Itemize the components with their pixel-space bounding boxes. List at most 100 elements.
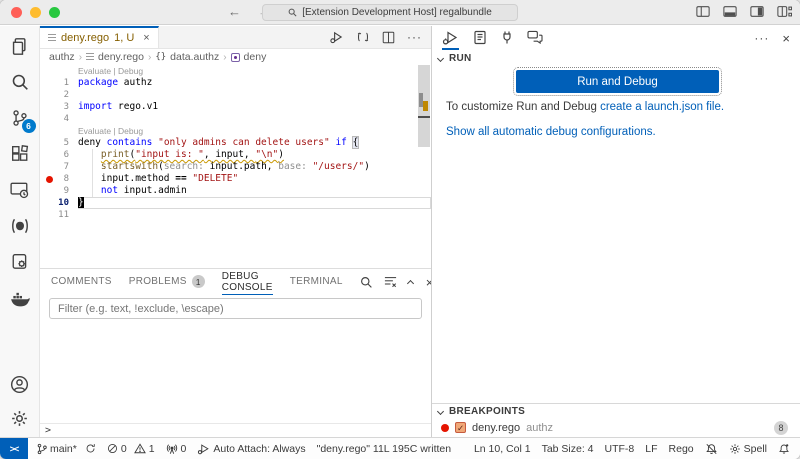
code-text[interactable] [78,113,431,125]
code-text[interactable]: deny contains "only admins can delete us… [78,137,431,149]
gutter[interactable]: 5 [40,137,78,149]
code-token[interactable]: input.path, [204,161,278,172]
eol-item[interactable]: LF [645,443,657,455]
code-text[interactable]: print("input is: ", input, "\n") [78,149,431,161]
opa-extension-icon[interactable] [9,215,31,237]
create-launch-json-link[interactable]: create a launch.json file. [600,101,724,113]
code-token[interactable]: print [101,149,130,160]
remote-indicator[interactable]: >< [0,438,28,459]
code-text[interactable]: input.method == "DELETE" [78,173,431,185]
line-number[interactable]: 5 [64,137,78,149]
code-token[interactable]: not [101,185,118,196]
code-token[interactable]: base: [278,161,307,172]
line-number[interactable]: 11 [58,209,78,221]
code-token[interactable]: if [335,137,346,148]
run-and-debug-view-icon[interactable] [442,26,459,50]
code-line[interactable]: 1package authz [40,77,431,89]
plug-view-icon[interactable] [501,26,513,50]
line-number[interactable]: 2 [64,89,78,101]
breakpoints-section-header[interactable]: BREAKPOINTS [432,404,800,419]
split-editor-icon[interactable] [382,31,395,44]
code-token[interactable]: "\n" [255,149,278,160]
codelens-link[interactable]: Evaluate | Debug [78,126,143,136]
tab-comments[interactable]: COMMENTS [51,269,112,295]
code-token[interactable]: ) [278,149,284,160]
line-number[interactable]: 6 [64,149,78,161]
gutter[interactable]: 8 [40,173,78,185]
close-window-button[interactable] [11,7,22,18]
breadcrumb-item[interactable]: deny [244,51,267,63]
code-token[interactable]: authz [118,77,152,88]
breadcrumb-item[interactable]: authz [49,51,75,63]
code-line[interactable]: 11 [40,209,431,221]
code-token[interactable]: ) [364,161,370,172]
search-sidebar-icon[interactable] [9,71,31,93]
code-text[interactable] [78,209,431,221]
comments-view-icon[interactable] [527,26,543,50]
run-and-debug-button[interactable]: Run and Debug [516,70,719,93]
breadcrumb-item[interactable]: data.authz [170,51,219,63]
code-line[interactable]: 7 startswith(search: input.path, base: "… [40,161,431,173]
code-text[interactable]: import rego.v1 [78,101,431,113]
remote-explorer-icon[interactable] [9,179,31,201]
git-branch-item[interactable]: main* [37,443,96,455]
toggle-panel-icon[interactable] [723,5,737,18]
code-token[interactable]: input.admin [118,185,187,196]
code-text[interactable]: startswith(search: input.path, base: "/u… [78,161,431,173]
breakpoint-row[interactable]: ✓ deny.rego authz 8 [432,419,800,436]
code-token[interactable]: startswith [101,161,158,172]
code-line[interactable]: 4 [40,113,431,125]
code-token[interactable]: "only admins can delete users" [158,137,330,148]
explorer-icon[interactable] [9,35,31,57]
gutter[interactable]: 4 [40,113,78,125]
gutter[interactable]: 9 [40,185,78,197]
code-editor[interactable]: Evaluate | Debug 1package authz23import r… [40,65,431,268]
gutter[interactable]: 11 [40,209,78,221]
code-text[interactable]: not input.admin [78,185,431,197]
problems-item[interactable]: 0 1 [107,443,155,455]
debug-status-item[interactable]: Auto Attach: Always [197,443,305,455]
debug-console-filter-input[interactable] [49,298,422,319]
gutter[interactable]: 6 [40,149,78,161]
maximize-panel-icon[interactable] [407,280,414,287]
breakpoint-dot[interactable] [46,176,53,183]
code-text[interactable] [78,89,431,101]
show-debug-configs-link[interactable]: Show all automatic debug configurations. [446,126,656,138]
language-mode-item[interactable]: Rego [669,443,694,455]
accounts-icon[interactable] [9,373,31,395]
debug-console-prompt[interactable]: > [40,423,431,437]
code-token[interactable]: rego.v1 [112,101,158,112]
codelens-row[interactable]: Evaluate | Debug [40,125,431,137]
tab-deny-rego[interactable]: deny.rego 1, U × [40,26,159,48]
extensions-icon[interactable] [9,143,31,165]
breakpoint-checkbox[interactable]: ✓ [455,422,466,433]
task-settings-icon[interactable] [9,251,31,273]
command-center-search[interactable]: [Extension Development Host] regalbundle [262,4,518,21]
code-line[interactable]: 2 [40,89,431,101]
run-file-icon[interactable] [329,30,344,44]
breadcrumb-item[interactable]: deny.rego [98,51,144,63]
maximize-window-button[interactable] [49,7,60,18]
indentation-item[interactable]: Tab Size: 4 [542,443,594,455]
code-token[interactable]: input.method [101,173,175,184]
code-token[interactable]: search: [164,161,204,172]
code-token[interactable]: deny [78,137,107,148]
close-sidebar-icon[interactable]: × [782,31,790,46]
code-token[interactable]: import [78,101,112,112]
code-text[interactable]: } [78,197,431,209]
close-tab-icon[interactable]: × [143,32,149,44]
code-token[interactable]: "DELETE" [192,173,238,184]
line-number[interactable]: 4 [64,113,78,125]
line-number[interactable]: 3 [64,101,78,113]
code-token[interactable]: package [78,77,118,88]
toggle-secondary-sidebar-icon[interactable] [750,5,764,18]
views-more-actions-icon[interactable]: ··· [754,31,769,45]
feedback-muted-item[interactable] [705,443,718,455]
clear-console-icon[interactable] [384,276,397,288]
code-token[interactable]: == [175,173,192,184]
output-view-icon[interactable] [473,26,487,50]
code-line[interactable]: 9 not input.admin [40,185,431,197]
minimize-window-button[interactable] [30,7,41,18]
code-token[interactable] [347,137,353,148]
line-number[interactable]: 10 [58,197,78,209]
